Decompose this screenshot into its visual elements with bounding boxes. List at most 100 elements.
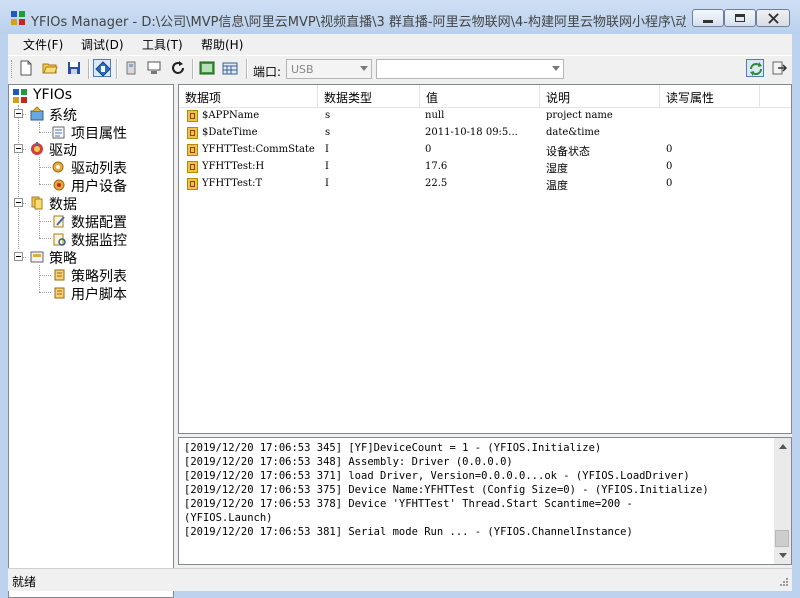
table-row[interactable]: YFHTTest:CommState I 0 设备状态 0 — [179, 142, 791, 159]
table-row[interactable]: YFHTTest:H I 17.6 湿度 0 — [179, 159, 791, 176]
tree-line — [39, 275, 51, 276]
scroll-thumb[interactable] — [775, 530, 789, 547]
maximize-button[interactable] — [724, 9, 756, 27]
log-scrollbar[interactable] — [774, 438, 791, 564]
tree-line — [39, 184, 51, 185]
toolbar-separator — [88, 59, 90, 79]
menu-help[interactable]: 帮助(H) — [201, 36, 243, 53]
calendar-icon — [222, 62, 238, 75]
refresh-icon — [172, 61, 184, 74]
toolbar-separator — [116, 59, 118, 79]
status-bar: 就绪 — [8, 568, 792, 591]
calendar-button[interactable] — [221, 59, 239, 77]
cell-value: null — [425, 110, 445, 121]
minimize-button[interactable] — [692, 9, 724, 27]
menu-tools[interactable]: 工具(T) — [142, 36, 183, 53]
open-button[interactable] — [41, 59, 59, 77]
driver-icon — [31, 142, 43, 155]
table-row[interactable]: $APPName s null project name — [179, 108, 791, 125]
collapse-toggle[interactable] — [14, 109, 23, 118]
collapse-toggle[interactable] — [14, 144, 23, 153]
tree-line — [39, 265, 40, 292]
device-button[interactable] — [122, 59, 140, 77]
data-icon — [31, 196, 43, 210]
scroll-up-button[interactable] — [774, 438, 791, 455]
toolbar-separator — [192, 59, 194, 79]
log-line: [2019/12/20 17:06:53 348] Assembly: Driv… — [184, 456, 513, 468]
diamond-connect-icon — [95, 61, 111, 77]
download-button[interactable] — [198, 59, 216, 77]
monitor-button[interactable] — [145, 59, 163, 77]
cell-description: 设备状态 — [546, 145, 590, 158]
save-icon — [68, 62, 80, 74]
cell-item: $DateTime — [202, 127, 258, 138]
client-area: 文件(F) 调试(D) 工具(T) 帮助(H) 端口: USB YFIOs 系统… — [8, 34, 792, 598]
cell-value: 17.6 — [425, 161, 448, 172]
save-button[interactable] — [65, 59, 83, 77]
data-table[interactable]: 数据项 数据类型 值 说明 读写属性 $APPName s null proje… — [178, 84, 792, 434]
cell-item: YFHTTest:H — [202, 161, 265, 172]
data-item-icon — [187, 127, 198, 139]
column-header-description[interactable]: 说明 — [540, 85, 660, 107]
tree-item-label: 驱动 — [49, 143, 77, 159]
table-row[interactable]: $DateTime s 2011-10-18 09:5... date&time — [179, 125, 791, 142]
log-line: [2019/12/20 17:06:53 345] [YF]DeviceCoun… — [184, 442, 602, 454]
new-button[interactable] — [17, 59, 35, 77]
tree-root-label: YFIOs — [33, 87, 73, 103]
tree-line — [39, 292, 51, 293]
menu-file[interactable]: 文件(F) — [23, 36, 63, 53]
port-select[interactable]: USB — [286, 59, 372, 79]
device-select[interactable] — [376, 59, 564, 79]
menu-debug[interactable]: 调试(D) — [81, 36, 124, 53]
tree-item-label: 策略 — [49, 251, 77, 267]
data-item-icon — [187, 178, 198, 190]
tree-item-label: 用户脚本 — [71, 287, 127, 303]
tree-item-label: 数据 — [49, 197, 77, 213]
open-folder-icon — [42, 63, 58, 74]
tree-line — [39, 238, 51, 239]
cell-type: s — [325, 110, 331, 121]
cell-description: date&time — [546, 127, 600, 138]
cell-type: I — [325, 178, 329, 189]
data-config-icon — [53, 215, 65, 228]
sync-button[interactable] — [746, 59, 764, 77]
exit-button[interactable] — [770, 59, 788, 77]
project-tree[interactable]: YFIOs 系统 项目属性 驱动 驱动列表 用户设备 数据 数据配置 数据监控 … — [8, 84, 174, 598]
close-button[interactable] — [756, 9, 790, 27]
cell-type: s — [325, 127, 331, 138]
column-header-type[interactable]: 数据类型 — [318, 85, 420, 107]
cell-description: 温度 — [546, 179, 568, 192]
tree-line — [39, 221, 51, 222]
tree-item-label: 项目属性 — [71, 126, 127, 142]
collapse-toggle[interactable] — [14, 252, 23, 261]
connect-button[interactable] — [93, 59, 111, 77]
cell-item: $APPName — [202, 110, 260, 121]
tree-item-label: 策略列表 — [71, 269, 127, 285]
column-header-item[interactable]: 数据项 — [179, 85, 318, 107]
refresh-button[interactable] — [169, 59, 187, 77]
device-icon — [126, 61, 136, 75]
column-header-rw[interactable]: 读写属性 — [660, 85, 760, 107]
user-device-icon — [53, 179, 65, 191]
cell-value: 2011-10-18 09:5... — [425, 127, 518, 138]
script-scroll-icon — [54, 287, 65, 299]
chevron-up-icon — [779, 444, 787, 449]
tree-line — [39, 122, 40, 132]
log-output[interactable]: [2019/12/20 17:06:53 345] [YF]DeviceCoun… — [178, 437, 792, 565]
menu-bar: 文件(F) 调试(D) 工具(T) 帮助(H) — [8, 34, 792, 54]
exit-icon — [772, 61, 788, 75]
collapse-toggle[interactable] — [14, 198, 23, 207]
properties-icon — [52, 126, 65, 139]
cell-rw: 0 — [666, 161, 673, 172]
data-item-icon — [187, 144, 198, 156]
table-row[interactable]: YFHTTest:T I 22.5 温度 0 — [179, 176, 791, 193]
title-bar[interactable]: YFIOs Manager - D:\公司\MVP信息\阿里云MVP\视频直播\… — [0, 0, 800, 34]
column-header-value[interactable]: 值 — [420, 85, 540, 107]
data-item-icon — [187, 110, 198, 122]
chevron-down-icon — [360, 66, 368, 71]
cell-value: 22.5 — [425, 178, 448, 189]
table-header: 数据项 数据类型 值 说明 读写属性 — [179, 85, 791, 108]
cell-item: YFHTTest:CommState — [202, 144, 315, 155]
resize-grip-icon[interactable] — [779, 577, 789, 587]
scroll-down-button[interactable] — [774, 547, 791, 564]
